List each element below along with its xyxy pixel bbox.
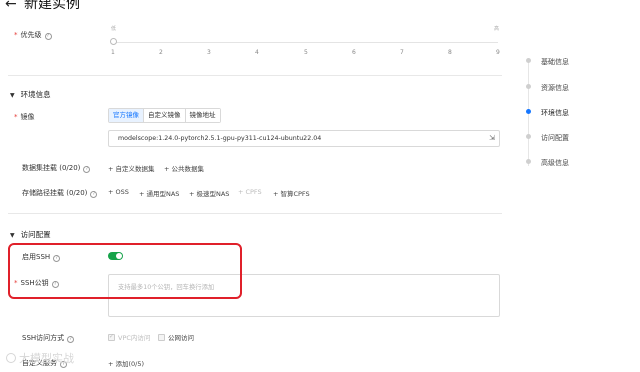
ssh-mode-public-label: 公网访问 — [168, 334, 194, 342]
priority-label-row: * 优先级? — [14, 30, 52, 40]
section-divider — [8, 213, 502, 214]
add-public-dataset-button[interactable]: + 公共数据集 — [164, 163, 204, 173]
access-section-title: 访问配置 — [20, 230, 51, 239]
highlight-box — [8, 243, 242, 299]
required-mark: * — [14, 113, 18, 121]
plus-icon: + — [189, 190, 195, 198]
priority-tick: 6 — [352, 49, 356, 56]
plus-icon: + — [273, 190, 279, 198]
side-nav-access-config[interactable]: 访问配置 — [541, 133, 569, 143]
priority-tick: 7 — [400, 49, 404, 56]
image-label: 镜像 — [20, 113, 35, 121]
checkbox-checked-disabled — [108, 333, 115, 341]
side-nav-env-info[interactable]: 环境信息 — [541, 108, 569, 118]
plus-icon: + — [108, 165, 114, 173]
ssh-mode-public-option[interactable]: 公网访问 — [158, 332, 194, 342]
priority-tick: 3 — [207, 49, 211, 56]
priority-label: 优先级 — [20, 31, 42, 39]
plus-icon: + — [108, 188, 114, 196]
section-divider — [8, 75, 502, 76]
side-nav-advanced-info[interactable]: 高级信息 — [541, 158, 569, 168]
image-select-input[interactable]: modelscope:1.24.0-pytorch2.5.1-gpu-py311… — [108, 130, 500, 147]
watermark-logo-icon — [6, 353, 16, 363]
watermark-text: 大模型实战 — [19, 352, 74, 365]
add-public-dataset-label: 公共数据集 — [171, 165, 204, 173]
priority-slider-track[interactable] — [113, 42, 498, 43]
caret-down-icon: ▼ — [10, 92, 15, 99]
side-nav-dot — [526, 159, 531, 164]
priority-tick: 5 — [304, 49, 308, 56]
add-cpfs-button: + CPFS — [238, 188, 262, 196]
add-custom-dataset-label: 自定义数据集 — [115, 165, 155, 173]
ssh-mode-vpc-option: VPC内访问 — [108, 332, 150, 342]
add-custom-service-button[interactable]: + 添加(0/5) — [108, 358, 144, 368]
priority-high-label: 高 — [494, 26, 500, 32]
add-oss-label: OSS — [115, 188, 129, 196]
caret-down-icon: ▼ — [10, 232, 15, 239]
tab-image-address[interactable]: 镜像地址 — [185, 109, 220, 122]
priority-tick: 1 — [111, 49, 115, 56]
image-label-row: * 镜像 — [14, 112, 35, 122]
help-icon[interactable]: ? — [90, 191, 98, 198]
back-arrow-icon[interactable]: ← — [5, 0, 17, 11]
side-nav-dot — [526, 134, 531, 139]
env-section-header[interactable]: ▼ 环境信息 — [10, 89, 51, 100]
edit-icon[interactable]: ⇲ — [489, 131, 495, 146]
add-oss-button[interactable]: + OSS — [108, 188, 129, 196]
env-section-title: 环境信息 — [20, 90, 51, 99]
side-nav-dot-active — [526, 109, 531, 114]
add-general-nas-button[interactable]: + 通用型NAS — [139, 188, 179, 198]
image-source-tabs: 官方镜像 自定义镜像 镜像地址 — [108, 108, 221, 123]
image-value: modelscope:1.24.0-pytorch2.5.1-gpu-py311… — [118, 135, 322, 142]
plus-icon: + — [108, 360, 114, 368]
tab-official-image[interactable]: 官方镜像 — [109, 109, 144, 122]
storage-label: 存储路径挂载 (0/20) — [22, 189, 88, 197]
dataset-label: 数据集挂载 (0/20) — [22, 164, 81, 172]
add-extreme-nas-label: 极速型NAS — [196, 190, 230, 198]
tab-custom-image[interactable]: 自定义镜像 — [144, 109, 186, 122]
priority-tick: 2 — [159, 49, 163, 56]
priority-low-label: 低 — [111, 26, 117, 32]
add-custom-dataset-button[interactable]: + 自定义数据集 — [108, 163, 154, 173]
help-icon[interactable]: ? — [67, 336, 75, 343]
help-icon[interactable]: ? — [83, 166, 91, 173]
priority-tick: 4 — [255, 49, 259, 56]
add-cpfs-label: CPFS — [245, 188, 262, 196]
side-nav-dot — [526, 58, 531, 63]
help-icon[interactable]: ? — [44, 33, 52, 40]
ssh-mode-label-row: SSH访问方式? — [22, 333, 75, 343]
required-mark: * — [14, 31, 18, 39]
side-nav-dot — [526, 84, 531, 89]
ssh-mode-label: SSH访问方式 — [22, 334, 65, 342]
access-section-header[interactable]: ▼ 访问配置 — [10, 229, 51, 240]
add-custom-service-label: 添加(0/5) — [115, 360, 144, 368]
watermark: 大模型实战 — [6, 350, 74, 366]
add-general-nas-label: 通用型NAS — [146, 190, 180, 198]
priority-tick: 9 — [496, 49, 500, 56]
priority-slider-handle[interactable] — [110, 38, 117, 45]
plus-icon: + — [164, 165, 170, 173]
checkbox[interactable] — [158, 334, 165, 341]
add-ai-cpfs-label: 智算CPFS — [280, 190, 310, 198]
storage-label-row: 存储路径挂载 (0/20)? — [22, 188, 98, 198]
plus-icon: + — [139, 190, 145, 198]
plus-icon: + — [238, 188, 244, 196]
side-nav-resource-info[interactable]: 资源信息 — [541, 83, 569, 93]
side-nav-basic-info[interactable]: 基础信息 — [541, 57, 569, 67]
dataset-label-row: 数据集挂载 (0/20)? — [22, 163, 91, 173]
priority-tick: 8 — [448, 49, 452, 56]
add-extreme-nas-button[interactable]: + 极速型NAS — [189, 188, 229, 198]
add-ai-cpfs-button[interactable]: + 智算CPFS — [273, 188, 310, 198]
page-title: 新建实例 — [24, 0, 80, 12]
ssh-mode-vpc-label: VPC内访问 — [118, 334, 151, 342]
